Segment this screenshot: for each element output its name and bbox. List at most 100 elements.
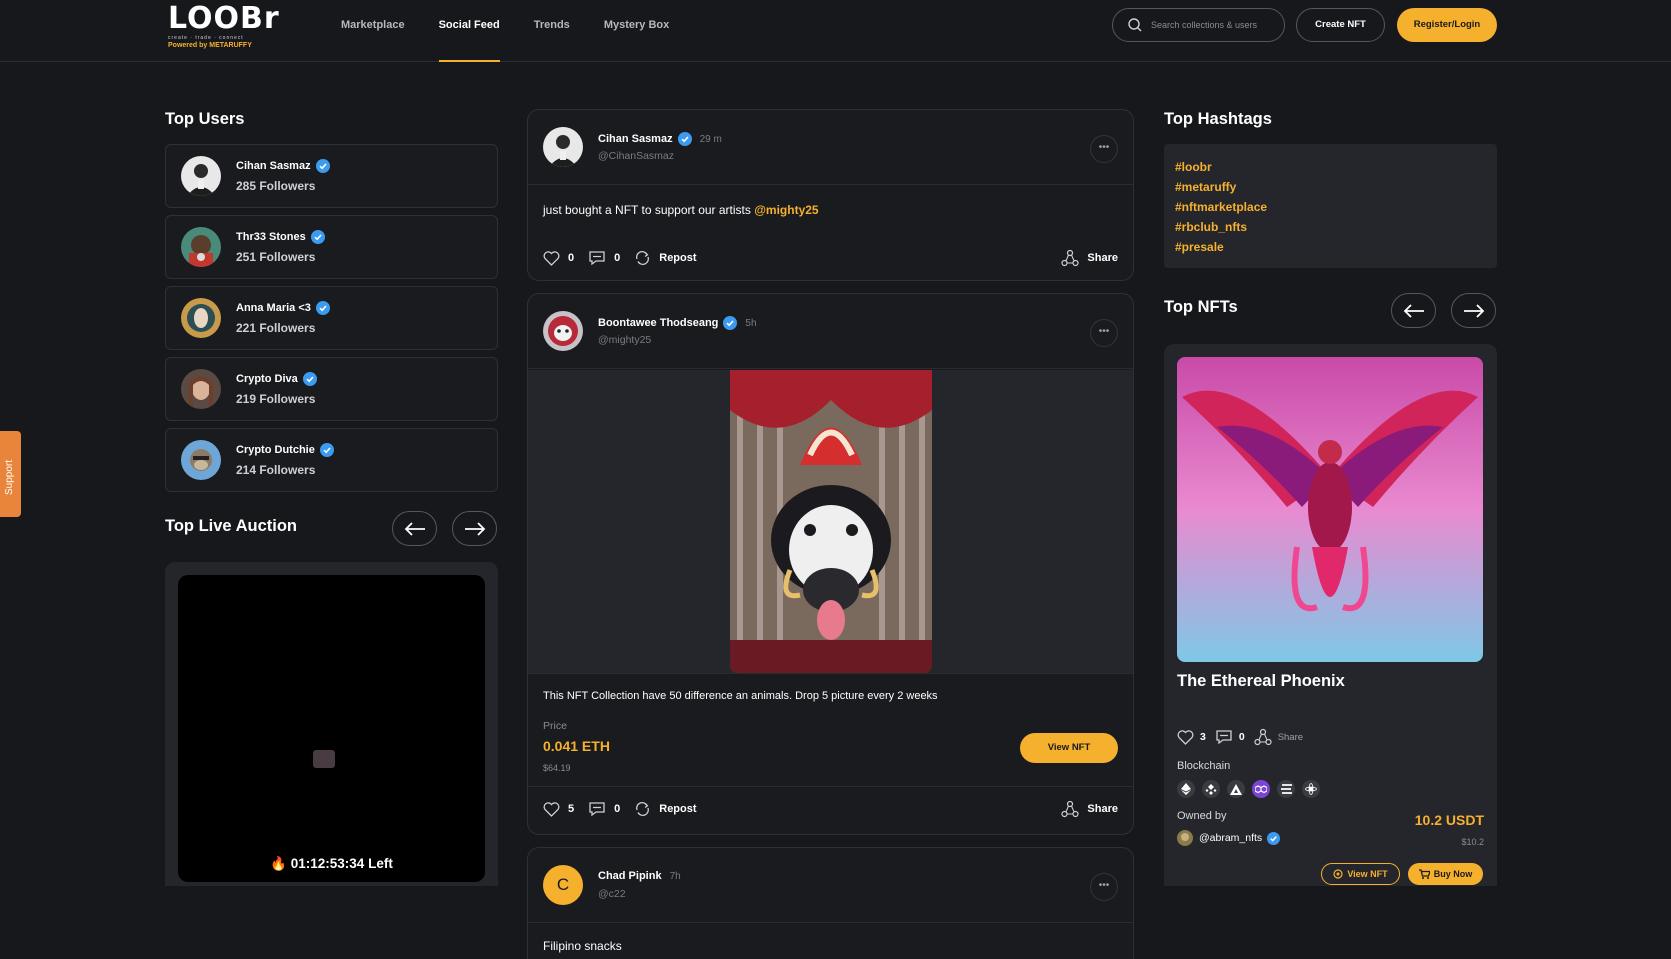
post-time: 5h (745, 317, 757, 329)
ethereum-chain-icon[interactable] (1177, 780, 1195, 798)
share-label: Share (1087, 252, 1118, 264)
auction-prev-button[interactable] (392, 511, 437, 546)
comment-icon (589, 802, 605, 817)
comment-button[interactable]: 0 (588, 250, 620, 266)
comment-button[interactable]: 0 (588, 801, 620, 817)
post-handle: @CihanSasmaz (598, 150, 675, 162)
feed-post: C Chad Pipink 7h @c22 ••• Filipino snack… (527, 847, 1134, 959)
share-button[interactable]: Share (1061, 800, 1118, 818)
user-followers: 214 Followers (236, 463, 316, 477)
nft-artwork-image[interactable] (1177, 357, 1483, 662)
nav-mystery-box[interactable]: Mystery Box (604, 0, 669, 62)
more-icon: ••• (1098, 326, 1110, 337)
avatar (181, 369, 221, 409)
like-count: 3 (1200, 731, 1206, 743)
top-nfts-title: Top NFTs (1164, 298, 1238, 316)
nav-social-feed[interactable]: Social Feed (438, 0, 500, 62)
price-value: 0.041 ETH (543, 738, 610, 754)
more-options-button[interactable]: ••• (1090, 135, 1118, 163)
hashtag-link[interactable]: #nftmarketplace (1175, 197, 1486, 217)
hashtag-link[interactable]: #metaruffy (1175, 177, 1486, 197)
share-button[interactable]: Share (1254, 728, 1303, 746)
repost-label: Repost (659, 803, 697, 815)
avalanche-chain-icon[interactable] (1227, 780, 1245, 798)
post-nft-media[interactable] (528, 370, 1133, 674)
top-live-auction-title: Top Live Auction (165, 517, 297, 535)
repost-button[interactable]: Repost (634, 801, 697, 817)
blockchain-list (1177, 780, 1327, 798)
view-nft-button[interactable]: View NFT (1020, 733, 1118, 763)
hashtag-link[interactable]: #presale (1175, 237, 1486, 257)
post-header: Boontawee Thodseang 5h @mighty25 ••• (528, 294, 1133, 369)
search-input[interactable]: Search collections & users (1112, 8, 1285, 42)
post-author[interactable]: Chad Pipink 7h (598, 870, 681, 882)
like-button[interactable]: 5 (543, 801, 574, 817)
create-nft-button[interactable]: Create NFT (1296, 8, 1385, 42)
top-nft-card[interactable]: The Ethereal Phoenix 3 0 Share Blockchai… (1164, 344, 1497, 886)
verified-badge-icon (302, 372, 317, 386)
feed-post: Cihan Sasmaz 29 m @CihanSasmaz ••• just … (527, 109, 1134, 281)
share-icon (1061, 249, 1080, 267)
like-button[interactable]: 3 (1177, 729, 1206, 745)
verified-badge-icon (310, 230, 325, 244)
top-header: LOOBr create · trade · connect Powered b… (0, 0, 1671, 62)
view-nft-label: View NFT (1347, 869, 1388, 879)
top-user-card[interactable]: Thr33 Stones 251 Followers (165, 215, 498, 279)
solana-chain-icon[interactable] (1277, 780, 1295, 798)
buy-now-button[interactable]: Buy Now (1408, 863, 1483, 885)
share-icon (1061, 800, 1080, 818)
comment-icon (1216, 730, 1232, 745)
like-button[interactable]: 0 (543, 250, 575, 266)
avatar[interactable] (543, 127, 583, 167)
comment-count: 0 (1238, 731, 1245, 743)
bnb-chain-icon[interactable] (1202, 780, 1220, 798)
post-text: This NFT Collection have 50 difference a… (543, 690, 938, 702)
cart-icon (1418, 869, 1430, 879)
auction-next-button[interactable] (452, 511, 497, 546)
post-time: 29 m (699, 133, 722, 145)
hashtag-link[interactable]: #loobr (1175, 157, 1486, 177)
top-user-card[interactable]: Cihan Sasmaz 285 Followers (165, 144, 498, 208)
top-user-card[interactable]: Anna Maria <3 221 Followers (165, 286, 498, 350)
support-tab[interactable]: Support (0, 431, 21, 517)
nft-artwork-image (730, 370, 932, 673)
post-handle: @mighty25 (598, 334, 652, 346)
more-options-button[interactable]: ••• (1090, 319, 1118, 347)
post-text: Filipino snacks (543, 939, 622, 953)
register-login-button[interactable]: Register/Login (1397, 8, 1497, 42)
nav-trends[interactable]: Trends (534, 0, 570, 62)
verified-badge-icon (315, 301, 330, 315)
top-user-card[interactable]: Crypto Dutchie 214 Followers (165, 428, 498, 492)
nav-marketplace[interactable]: Marketplace (341, 0, 405, 62)
nfts-prev-button[interactable] (1391, 293, 1436, 328)
main-nav: Marketplace Social Feed Trends Mystery B… (341, 0, 703, 62)
post-mention-link[interactable]: @mighty25 (754, 203, 818, 217)
owned-by-label: Owned by (1177, 810, 1227, 822)
hashtag-link[interactable]: #rbclub_nfts (1175, 217, 1486, 237)
more-options-button[interactable]: ••• (1090, 873, 1118, 901)
nft-price-usd: $10.2 (1461, 837, 1484, 847)
cosmos-chain-icon[interactable] (1302, 780, 1320, 798)
auction-media[interactable]: 🔥 01:12:53:34 Left (178, 575, 485, 882)
share-button[interactable]: Share (1061, 249, 1118, 267)
hashtag-list: #loobr #metaruffy #nftmarketplace #rbclu… (1164, 144, 1497, 268)
user-followers: 285 Followers (236, 179, 316, 193)
avatar[interactable] (543, 311, 583, 351)
owner-info[interactable]: @abram_nfts (1177, 830, 1281, 846)
post-author[interactable]: Cihan Sasmaz 29 m (598, 132, 722, 146)
support-label: Support (4, 459, 15, 495)
polygon-chain-icon[interactable] (1252, 780, 1270, 798)
live-auction-card[interactable]: 🔥 01:12:53:34 Left (165, 562, 498, 886)
post-author[interactable]: Boontawee Thodseang 5h (598, 316, 757, 330)
avatar[interactable]: C (543, 865, 583, 905)
like-count: 0 (568, 252, 575, 264)
view-nft-button[interactable]: View NFT (1321, 863, 1400, 885)
repost-button[interactable]: Repost (634, 250, 697, 266)
comment-button[interactable]: 0 (1215, 729, 1245, 745)
post-actions: 0 0 Repost Share (543, 248, 1118, 268)
verified-badge-icon (319, 443, 334, 457)
loobr-logo[interactable]: LOOBr create · trade · connect Powered b… (168, 4, 279, 52)
user-name: Anna Maria <3 (236, 301, 330, 315)
nfts-next-button[interactable] (1451, 293, 1496, 328)
top-user-card[interactable]: Crypto Diva 219 Followers (165, 357, 498, 421)
